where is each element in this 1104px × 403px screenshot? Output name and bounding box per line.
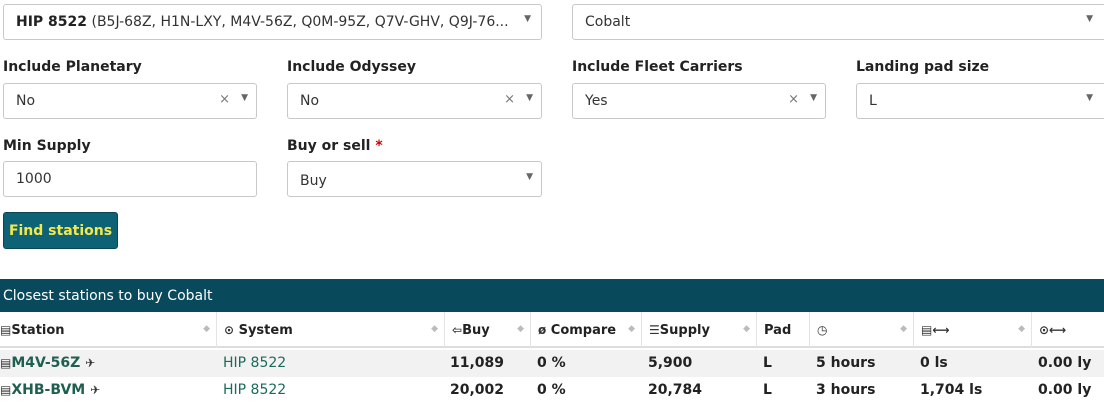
include-odyssey-value: No: [300, 93, 320, 109]
sort-icon: ◆: [628, 324, 635, 334]
sort-icon: ◆: [517, 324, 524, 334]
chevron-down-icon: ▼: [526, 172, 533, 182]
compare-value: 0 %: [537, 382, 566, 398]
landing-pad-size-select[interactable]: L ▼: [856, 83, 1104, 119]
updated-value: 5 hours: [816, 355, 876, 371]
clear-icon[interactable]: ×: [788, 92, 799, 107]
system-icon: ⊙: [224, 323, 235, 337]
buy-price: 11,089: [450, 355, 505, 371]
include-fleet-carriers-select[interactable]: Yes × ▼: [572, 83, 826, 119]
column-system-distance[interactable]: ⊙⟷: [1032, 312, 1104, 348]
buy-price: 20,002: [450, 382, 505, 398]
pad-value: L: [763, 355, 772, 371]
system-distance-value: 0.00 ly: [1038, 355, 1092, 371]
arrival-distance-value: 1,704 ls: [920, 382, 983, 398]
station-distance-icon: ▤⟷: [921, 323, 950, 337]
system-link[interactable]: HIP 8522: [223, 355, 286, 371]
buy-or-sell-value: Buy: [300, 173, 327, 189]
required-mark: *: [375, 138, 383, 154]
buy-or-sell-label: Buy or sell *: [287, 138, 383, 154]
commodity-select[interactable]: Cobalt ▼: [572, 4, 1104, 40]
sort-icon: ◆: [900, 324, 907, 334]
station-link[interactable]: ▤XHB-BVM ✈: [0, 382, 100, 398]
column-updated[interactable]: ◷ ◆: [810, 312, 914, 348]
ship-icon: ✈: [85, 356, 96, 370]
include-odyssey-label: Include Odyssey: [287, 59, 416, 75]
sort-icon: ◆: [203, 324, 210, 334]
find-stations-button[interactable]: Find stations: [3, 212, 118, 249]
station-icon: ▤: [0, 323, 12, 337]
chevron-down-icon: ▼: [526, 93, 533, 103]
column-supply[interactable]: ☰Supply ◆: [642, 312, 757, 348]
sign-in-icon: ⇦: [452, 323, 463, 337]
station-icon: ▤: [0, 383, 12, 397]
arrival-distance-value: 0 ls: [920, 355, 948, 371]
column-compare[interactable]: ø Compare ◆: [531, 312, 642, 348]
results-table-header: ▤Station ◆ ⊙ System ◆ ⇦Buy ◆ ø Compare ◆…: [0, 312, 1104, 348]
table-row: ▤XHB-BVM ✈ HIP 8522 20,002 0 % 20,784 L …: [0, 377, 1104, 403]
chevron-down-icon: ▼: [241, 93, 248, 103]
station-icon: ▤: [0, 356, 12, 370]
landing-pad-size-label: Landing pad size: [856, 59, 990, 75]
column-buy[interactable]: ⇦Buy ◆: [445, 312, 531, 348]
updated-value: 3 hours: [816, 382, 876, 398]
sort-icon: ◆: [1018, 324, 1025, 334]
include-odyssey-select[interactable]: No × ▼: [287, 83, 542, 119]
system-distance-icon: ⊙⟷: [1039, 323, 1067, 337]
compare-value: 0 %: [537, 355, 566, 371]
include-fleet-carriers-label: Include Fleet Carriers: [572, 59, 743, 75]
include-planetary-value: No: [16, 93, 36, 109]
column-pad[interactable]: Pad: [757, 312, 810, 348]
supply-value: 20,784: [648, 382, 703, 398]
commodity-select-value: Cobalt: [585, 14, 631, 30]
sort-icon: ◆: [431, 324, 438, 334]
min-supply-input[interactable]: 1000: [3, 161, 257, 197]
table-row: ▤M4V-56Z ✈ HIP 8522 11,089 0 % 5,900 L 5…: [0, 350, 1104, 377]
landing-pad-size-value: L: [869, 93, 877, 109]
column-station[interactable]: ▤Station ◆: [0, 312, 217, 348]
include-planetary-label: Include Planetary: [3, 59, 142, 75]
system-link[interactable]: HIP 8522: [223, 382, 286, 398]
station-link[interactable]: ▤M4V-56Z ✈: [0, 355, 95, 371]
supply-value: 5,900: [648, 355, 693, 371]
include-planetary-select[interactable]: No × ▼: [3, 83, 257, 119]
min-supply-label: Min Supply: [3, 138, 91, 154]
column-system[interactable]: ⊙ System ◆: [217, 312, 445, 348]
pad-value: L: [763, 382, 772, 398]
results-title: Closest stations to buy Cobalt: [0, 279, 1104, 312]
clear-icon[interactable]: ×: [504, 92, 515, 107]
list-icon: ☰: [649, 323, 660, 337]
sort-icon: ◆: [743, 324, 750, 334]
chevron-down-icon: ▼: [1086, 93, 1093, 103]
ship-icon: ✈: [90, 383, 101, 397]
system-select-value: HIP 8522 (B5J-68Z, H1N-LXY, M4V-56Z, Q0M…: [16, 14, 509, 30]
chevron-down-icon: ▼: [524, 14, 531, 24]
clock-icon: ◷: [817, 323, 828, 337]
chevron-down-icon: ▼: [810, 93, 817, 103]
min-supply-value: 1000: [16, 171, 52, 187]
include-fleet-carriers-value: Yes: [585, 93, 608, 109]
column-arrival-distance[interactable]: ▤⟷ ◆: [914, 312, 1032, 348]
buy-or-sell-select[interactable]: Buy ▼: [287, 161, 542, 197]
chevron-down-icon: ▼: [1086, 14, 1093, 24]
compare-icon: ø: [538, 323, 547, 337]
clear-icon[interactable]: ×: [219, 92, 230, 107]
system-select[interactable]: HIP 8522 (B5J-68Z, H1N-LXY, M4V-56Z, Q0M…: [3, 4, 542, 40]
system-distance-value: 0.00 ly: [1038, 382, 1092, 398]
